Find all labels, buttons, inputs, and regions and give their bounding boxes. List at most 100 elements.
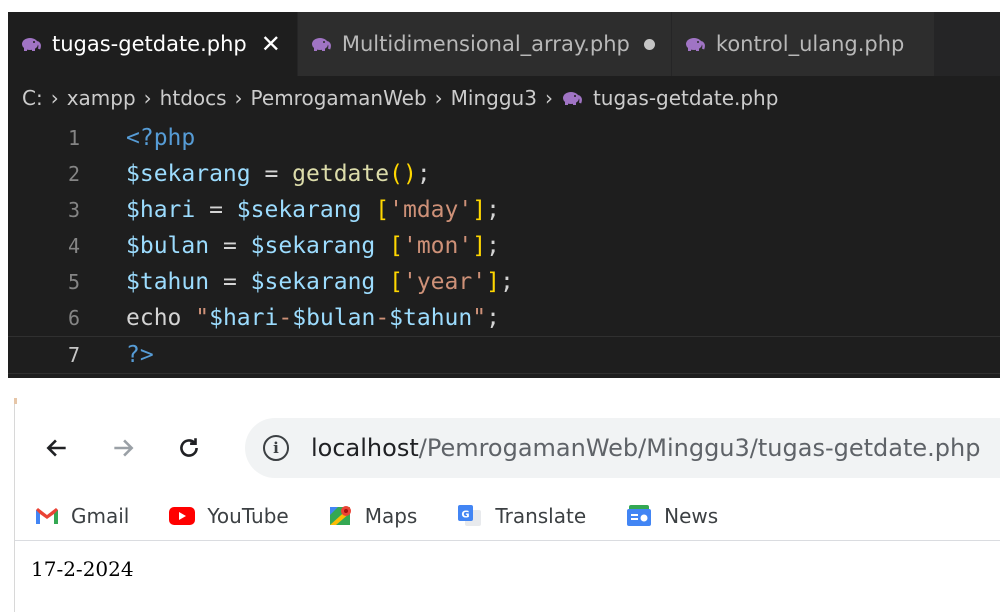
browser-toolbar: i localhost/PemrogamanWeb/Minggu3/tugas-…	[15, 404, 1000, 492]
code-token: ;	[486, 197, 500, 223]
chevron-right-icon: ›	[50, 86, 59, 110]
code-area[interactable]: 1 <?php 2 $sekarang = getdate(); 3 $hari = $s…	[8, 120, 1000, 374]
code-token: ;	[486, 305, 500, 331]
code-token: "	[195, 305, 210, 331]
back-button[interactable]	[37, 428, 77, 468]
code-token: [	[389, 269, 403, 295]
bookmark-label: Maps	[364, 504, 418, 528]
close-tab-icon[interactable]: ✕	[261, 30, 281, 58]
line-number: 4	[67, 234, 80, 258]
code-token: getdate	[292, 161, 390, 187]
code-line[interactable]: 6 echo "$hari-$bulan-$tahun";	[8, 300, 1000, 336]
editor-tab-bar: tugas-getdate.php ✕ Multidimensional_arr…	[8, 12, 1000, 76]
chevron-right-icon: ›	[234, 86, 243, 110]
tab-tugas-getdate[interactable]: tugas-getdate.php ✕	[8, 12, 298, 76]
breadcrumb: C: › xampp › htdocs › PemrogamanWeb › Mi…	[8, 76, 1000, 120]
code-text: ?>	[126, 342, 154, 368]
code-token: $sekarang	[250, 233, 376, 259]
code-token: $bulan	[292, 305, 376, 331]
code-token: =	[250, 161, 293, 187]
line-number: 7	[67, 343, 80, 367]
code-token: $tahun	[389, 305, 473, 331]
bookmark-label: News	[664, 504, 719, 528]
code-token: $sekarang	[236, 197, 362, 223]
bookmark-label: YouTube	[207, 504, 289, 528]
code-editor-window: tugas-getdate.php ✕ Multidimensional_arr…	[8, 12, 1000, 378]
code-text: $hari = $sekarang ['mday'];	[126, 197, 500, 223]
tab-multidimensional-array[interactable]: Multidimensional_array.php	[297, 12, 672, 76]
youtube-icon	[169, 507, 196, 525]
code-token: [	[389, 233, 403, 259]
address-bar[interactable]: i localhost/PemrogamanWeb/Minggu3/tugas-…	[245, 418, 1000, 478]
breadcrumb-item[interactable]: xampp	[67, 86, 136, 110]
url-path: /PemrogamanWeb/Minggu3/tugas-getdate.php	[418, 434, 981, 462]
line-number: 2	[67, 162, 80, 186]
url-text[interactable]: localhost/PemrogamanWeb/Minggu3/tugas-ge…	[311, 434, 980, 462]
bookmark-gmail[interactable]: Gmail	[35, 504, 129, 528]
bookmark-label: Gmail	[71, 504, 130, 528]
code-line[interactable]: 4 $bulan = $sekarang ['mon'];	[8, 228, 1000, 264]
news-icon	[626, 505, 652, 527]
code-line[interactable]: 1 <?php	[8, 120, 1000, 156]
line-number: 5	[67, 270, 80, 294]
maps-icon	[329, 504, 353, 528]
arrow-left-icon	[46, 439, 66, 457]
code-token: $bulan	[126, 233, 210, 259]
tab-label: tugas-getdate.php	[52, 32, 247, 56]
breadcrumb-item[interactable]: C:	[22, 86, 43, 110]
code-token: -	[278, 305, 293, 331]
code-token: -	[375, 305, 390, 331]
chevron-right-icon: ›	[544, 86, 553, 110]
tab-label: kontrol_ulang.php	[715, 32, 905, 56]
bookmark-label: Translate	[495, 504, 587, 528]
code-text: $tahun = $sekarang ['year'];	[126, 269, 514, 295]
code-line[interactable]: 2 $sekarang = getdate();	[8, 156, 1000, 192]
breadcrumb-item[interactable]: tugas-getdate.php	[593, 86, 778, 110]
code-token: ]	[486, 269, 500, 295]
code-token: [	[375, 197, 390, 223]
tab-kontrol-ulang[interactable]: kontrol_ulang.php	[671, 12, 936, 76]
code-text: <?php	[126, 125, 195, 151]
code-line[interactable]: 5 $tahun = $sekarang ['year'];	[8, 264, 1000, 300]
code-token: =	[209, 233, 251, 259]
code-token: $sekarang	[250, 269, 376, 295]
arrow-right-icon	[114, 439, 134, 457]
bookmark-maps[interactable]: Maps	[329, 504, 418, 528]
unsaved-dot-icon[interactable]	[643, 38, 655, 50]
php-output-text: 17-2-2024	[31, 557, 134, 581]
breadcrumb-item[interactable]: Minggu3	[451, 86, 537, 110]
code-token: ?>	[126, 342, 154, 368]
php-elephant-icon	[562, 92, 582, 105]
bookmark-translate[interactable]: G Translate	[457, 504, 586, 528]
code-token: =	[195, 197, 237, 223]
code-token: ;	[499, 269, 514, 295]
breadcrumb-item[interactable]: htdocs	[160, 86, 227, 110]
reload-button[interactable]	[169, 428, 209, 468]
code-token: =	[209, 269, 251, 295]
code-line[interactable]: 3 $hari = $sekarang ['mday'];	[8, 192, 1000, 228]
code-token: <?php	[126, 125, 196, 151]
code-text: $bulan = $sekarang ['mon'];	[126, 233, 500, 259]
bookmark-news[interactable]: News	[626, 504, 718, 528]
bookmark-youtube[interactable]: YouTube	[169, 504, 289, 528]
code-token: 'mon'	[402, 233, 473, 259]
code-text: echo "$hari-$bulan-$tahun";	[126, 305, 500, 331]
forward-button[interactable]	[103, 428, 143, 468]
code-token: ;	[416, 161, 431, 187]
translate-icon: G	[457, 504, 483, 528]
code-token: $sekarang	[126, 161, 251, 187]
info-icon[interactable]: i	[263, 435, 289, 461]
code-line[interactable]: 7 ?>	[8, 336, 1000, 374]
reload-icon	[180, 438, 198, 457]
line-number: 6	[67, 306, 80, 330]
code-token: ]	[472, 233, 487, 259]
svg-text:G: G	[462, 510, 470, 521]
code-token: $hari	[209, 305, 279, 331]
breadcrumb-item[interactable]: PemrogamanWeb	[251, 86, 427, 110]
code-token: echo	[126, 305, 182, 331]
url-host: localhost	[311, 434, 419, 462]
line-number: 3	[67, 198, 80, 222]
